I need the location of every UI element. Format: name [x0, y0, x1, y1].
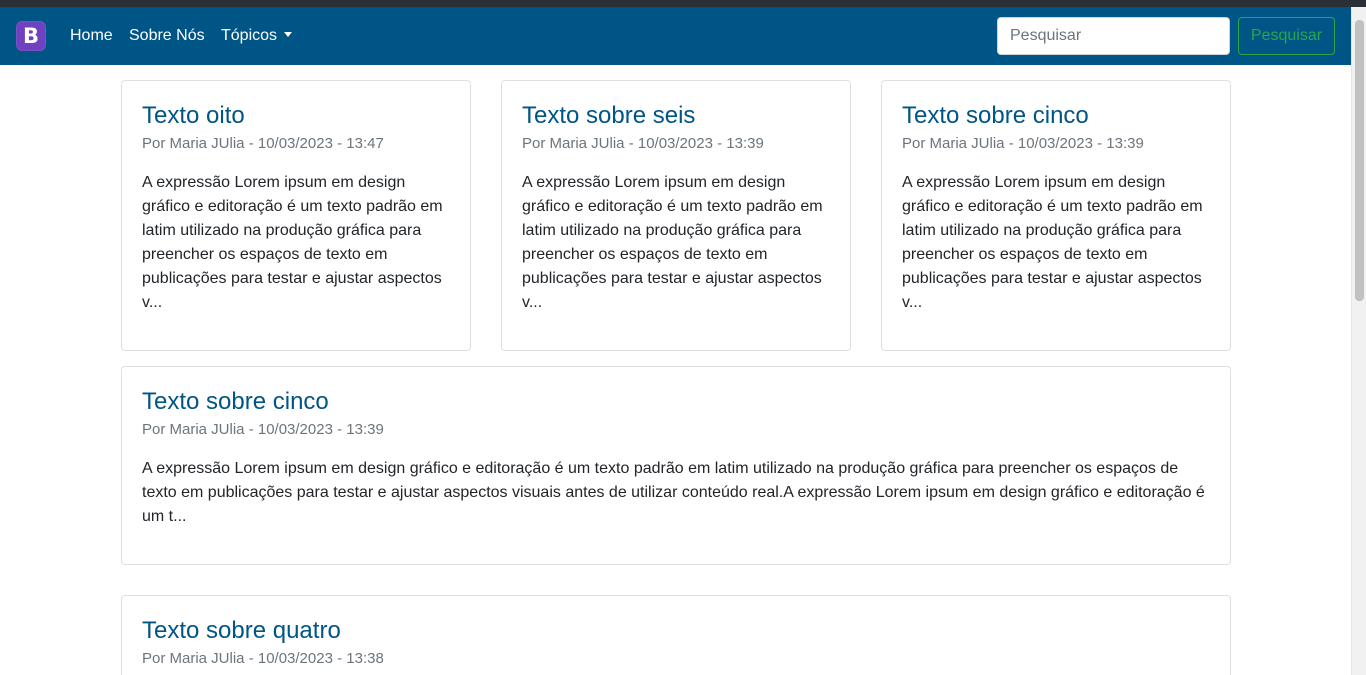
post-card: Texto sobre cinco Por Maria JUlia - 10/0…: [881, 80, 1231, 351]
post-excerpt: A expressão Lorem ipsum em design gráfic…: [142, 460, 1205, 525]
post-card: Texto sobre quatro Por Maria JUlia - 10/…: [121, 595, 1231, 675]
post-excerpt: A expressão Lorem ipsum em design gráfic…: [522, 174, 823, 311]
caret-down-icon: [284, 32, 293, 37]
page-scrollbar[interactable]: [1351, 7, 1366, 675]
post-card: Texto oito Por Maria JUlia - 10/03/2023 …: [121, 80, 471, 351]
post-title-link[interactable]: Texto sobre quatro: [142, 616, 1210, 645]
post-meta: Por Maria JUlia - 10/03/2023 - 13:39: [902, 135, 1144, 152]
navbar: B Home Sobre Nós Tópicos Pesquisar: [0, 7, 1351, 65]
nav-topicos-label: Tópicos: [221, 27, 278, 44]
post-card: Texto sobre cinco Por Maria JUlia - 10/0…: [121, 366, 1231, 565]
post-title-link[interactable]: Texto oito: [142, 101, 450, 130]
nav-sobre-nos-link[interactable]: Sobre Nós: [129, 26, 205, 46]
post-title-link[interactable]: Texto sobre cinco: [902, 101, 1210, 130]
post-title-link[interactable]: Texto sobre cinco: [142, 387, 1210, 416]
post-card: Texto sobre seis Por Maria JUlia - 10/03…: [501, 80, 851, 351]
nav-topicos-dropdown[interactable]: Tópicos: [221, 26, 293, 46]
post-meta: Por Maria JUlia - 10/03/2023 - 13:38: [142, 650, 384, 667]
scrollbar-thumb[interactable]: [1355, 20, 1364, 301]
brand-logo[interactable]: B: [16, 21, 46, 51]
post-title-link[interactable]: Texto sobre seis: [522, 101, 830, 130]
post-meta: Por Maria JUlia - 10/03/2023 - 13:47: [142, 135, 384, 152]
search-button[interactable]: Pesquisar: [1238, 17, 1335, 55]
post-excerpt: A expressão Lorem ipsum em design gráfic…: [142, 174, 443, 311]
post-excerpt: A expressão Lorem ipsum em design gráfic…: [902, 174, 1203, 311]
post-meta: Por Maria JUlia - 10/03/2023 - 13:39: [142, 421, 384, 438]
search-input[interactable]: [997, 17, 1230, 55]
post-meta: Por Maria JUlia - 10/03/2023 - 13:39: [522, 135, 764, 152]
browser-top-strip: [0, 0, 1366, 7]
nav-home-link[interactable]: Home: [70, 26, 113, 46]
